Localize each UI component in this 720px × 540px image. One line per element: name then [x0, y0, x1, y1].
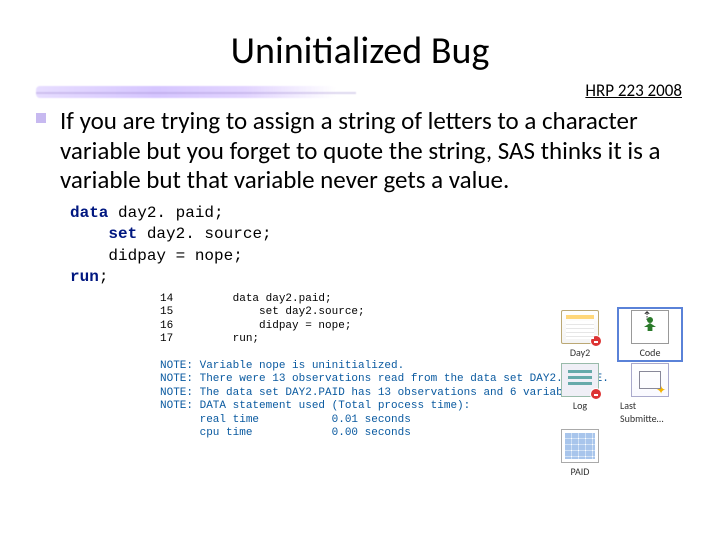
error-badge-icon — [590, 388, 602, 400]
log-note-out-ds: NOTE: The data set DAY2.PAID has 13 obse… — [160, 387, 589, 399]
panel-item-paid[interactable]: PAID — [550, 429, 610, 478]
keyword-set: set — [70, 225, 137, 243]
panel-item-last-submitted[interactable]: Last Submitte… — [620, 363, 680, 425]
log-line-16: 16 didpay = nope; — [160, 320, 351, 332]
brush-accent — [36, 86, 336, 98]
log-note-obs-read: NOTE: There were 13 observations read fr… — [160, 373, 609, 385]
panel-item-day2[interactable]: Day2 — [550, 310, 610, 359]
code-ds1: day2. paid; — [108, 204, 223, 222]
slide: Uninitialized Bug HRP 223 2008 If you ar… — [0, 0, 720, 540]
last-submitted-icon — [631, 363, 669, 397]
divider: HRP 223 2008 — [36, 82, 692, 104]
project-panel: Day2 Code Log Last Submitte… PAID — [550, 310, 690, 478]
course-label: HRP 223 2008 — [585, 80, 682, 101]
sas-code-block: data day2. paid; set day2. source; didpa… — [70, 203, 684, 289]
keyword-data: data — [70, 204, 108, 222]
readonly-badge-icon — [590, 335, 602, 347]
dataset-icon — [561, 310, 599, 344]
log-line-14: 14 data day2.paid; — [160, 293, 332, 305]
log-note-time-hdr: NOTE: DATA statement used (Total process… — [160, 400, 470, 412]
keyword-run: run — [70, 268, 99, 286]
code-node-icon — [631, 310, 669, 344]
panel-item-log[interactable]: Log — [550, 363, 610, 425]
panel-label-code: Code — [640, 346, 661, 359]
output-table-icon — [561, 429, 599, 463]
panel-item-code[interactable]: Code — [620, 310, 680, 359]
panel-label-day2: Day2 — [570, 346, 590, 359]
log-note-cpu-time: cpu time 0.00 seconds — [160, 427, 411, 439]
code-semi: ; — [99, 268, 109, 286]
bullet-item: If you are trying to assign a string of … — [36, 106, 684, 195]
bullet-text: If you are trying to assign a string of … — [60, 106, 684, 195]
log-line-15: 15 set day2.source; — [160, 306, 365, 318]
log-note-uninit: NOTE: Variable nope is uninitialized. — [160, 360, 404, 372]
panel-label-last: Last Submitte… — [620, 399, 680, 425]
panel-label-paid: PAID — [571, 465, 590, 478]
panel-label-log: Log — [573, 399, 587, 412]
code-assign: didpay = nope; — [70, 247, 243, 265]
slide-title: Uninitialized Bug — [36, 28, 684, 74]
log-line-17: 17 run; — [160, 333, 259, 345]
code-ds2: day2. source; — [137, 225, 271, 243]
bullet-marker — [36, 106, 50, 195]
log-note-real-time: real time 0.01 seconds — [160, 414, 411, 426]
log-icon — [561, 363, 599, 397]
